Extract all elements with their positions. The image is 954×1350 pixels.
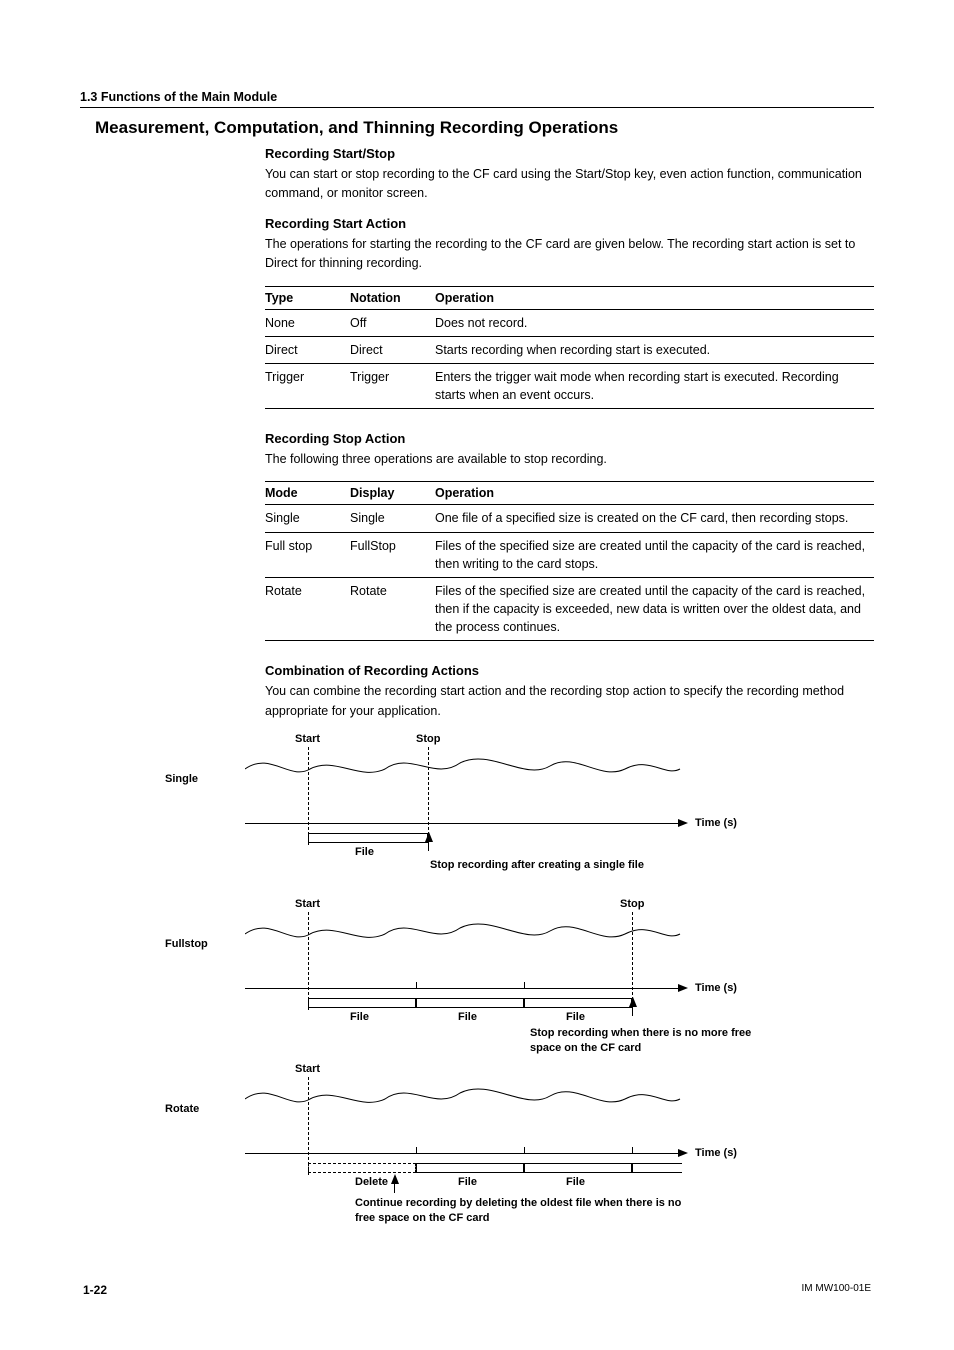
- up-arrow-icon: [425, 832, 433, 842]
- page-footer: 1-22 IM MW100-01E: [80, 1283, 874, 1297]
- time-label: Time (s): [695, 1147, 737, 1159]
- heading-recording-start-stop: Recording Start/Stop: [265, 146, 874, 161]
- para-recording-start-stop: You can start or stop recording to the C…: [265, 165, 874, 204]
- file-box: [308, 833, 428, 843]
- axis-tick: [416, 982, 417, 989]
- up-arrow-stem: [394, 1183, 395, 1193]
- diagrams: Single Start Stop Time (s) File Stop rec…: [240, 733, 874, 1238]
- label-start: Start: [295, 733, 320, 745]
- file-box: [632, 1163, 682, 1173]
- arrow-right-icon: [678, 1149, 688, 1157]
- up-arrow-icon: [629, 997, 637, 1007]
- diagram-label-single: Single: [165, 773, 198, 785]
- heading-recording-stop-action: Recording Stop Action: [265, 431, 874, 446]
- caption-single: Stop recording after creating a single f…: [430, 858, 644, 873]
- th-display: Display: [350, 482, 435, 505]
- label-start: Start: [295, 898, 320, 910]
- file-label: File: [566, 1011, 585, 1023]
- th-operation: Operation: [435, 286, 874, 309]
- up-arrow-stem: [632, 1006, 633, 1016]
- th-notation: Notation: [350, 286, 435, 309]
- table-row: NoneOffDoes not record.: [265, 309, 874, 336]
- arrow-right-icon: [678, 984, 688, 992]
- up-arrow-stem: [428, 841, 429, 851]
- table-row: RotateRotateFiles of the specified size …: [265, 577, 874, 640]
- file-label: File: [566, 1176, 585, 1188]
- page-number: 1-22: [83, 1283, 107, 1297]
- th-mode: Mode: [265, 482, 350, 505]
- diagram-rotate: Rotate Start Time (s) Delete File File C…: [240, 1063, 874, 1238]
- diagram-label-fullstop: Fullstop: [165, 938, 208, 950]
- file-box: [308, 998, 416, 1008]
- heading-combination: Combination of Recording Actions: [265, 663, 874, 678]
- file-box: [416, 998, 524, 1008]
- caption-fullstop: Stop recording when there is no more fre…: [530, 1026, 760, 1056]
- table-stop-action: Mode Display Operation SingleSingleOne f…: [265, 481, 874, 641]
- label-start: Start: [295, 1063, 320, 1075]
- up-arrow-icon: [391, 1174, 399, 1184]
- time-label: Time (s): [695, 817, 737, 829]
- file-label: File: [458, 1176, 477, 1188]
- table-row: TriggerTriggerEnters the trigger wait mo…: [265, 363, 874, 408]
- axis-tick: [524, 1147, 525, 1154]
- arrow-right-icon: [678, 819, 688, 827]
- caption-rotate: Continue recording by deleting the oldes…: [355, 1196, 685, 1226]
- table-start-action: Type Notation Operation NoneOffDoes not …: [265, 286, 874, 410]
- file-label: File: [458, 1011, 477, 1023]
- file-box: [524, 1163, 632, 1173]
- doc-id: IM MW100-01E: [802, 1283, 871, 1297]
- file-box: [416, 1163, 524, 1173]
- waveform: [245, 751, 685, 791]
- time-axis: [245, 823, 680, 824]
- waveform: [245, 1081, 685, 1121]
- para-combination: You can combine the recording start acti…: [265, 682, 874, 721]
- section-header: 1.3 Functions of the Main Module: [80, 90, 874, 108]
- th-type: Type: [265, 286, 350, 309]
- page-title: Measurement, Computation, and Thinning R…: [95, 118, 874, 138]
- label-stop: Stop: [416, 733, 440, 745]
- time-axis: [245, 988, 680, 989]
- file-label: File: [350, 1011, 369, 1023]
- axis-tick: [632, 1147, 633, 1154]
- file-box: [524, 998, 632, 1008]
- table-row: SingleSingleOne file of a specified size…: [265, 505, 874, 532]
- time-axis: [245, 1153, 680, 1154]
- para-recording-stop-action: The following three operations are avail…: [265, 450, 874, 469]
- axis-tick: [524, 982, 525, 989]
- waveform: [245, 916, 685, 956]
- axis-tick: [416, 1147, 417, 1154]
- diagram-fullstop: Fullstop Start Stop Time (s) File File F…: [240, 898, 874, 1063]
- para-recording-start-action: The operations for starting the recordin…: [265, 235, 874, 274]
- time-label: Time (s): [695, 982, 737, 994]
- label-stop: Stop: [620, 898, 644, 910]
- table-row: Full stopFullStopFiles of the specified …: [265, 532, 874, 577]
- table-row: DirectDirectStarts recording when record…: [265, 336, 874, 363]
- file-box-deleted: [308, 1163, 416, 1173]
- heading-recording-start-action: Recording Start Action: [265, 216, 874, 231]
- delete-label: Delete: [355, 1176, 388, 1188]
- th-operation: Operation: [435, 482, 874, 505]
- diagram-single: Single Start Stop Time (s) File Stop rec…: [240, 733, 874, 898]
- diagram-label-rotate: Rotate: [165, 1103, 199, 1115]
- file-label: File: [355, 846, 374, 858]
